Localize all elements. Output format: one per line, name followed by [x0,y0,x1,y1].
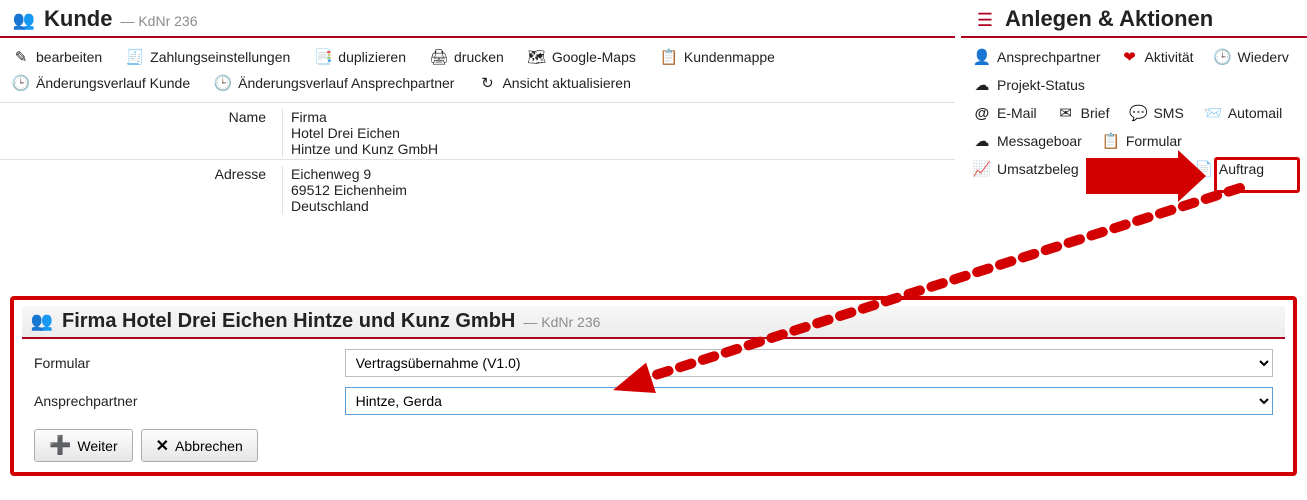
toolbar-label: drucken [454,49,504,65]
receipt-icon: 🧾 [126,48,144,66]
button-label: Abbrechen [175,438,243,454]
heart-icon: ❤ [1121,48,1139,66]
form-panel-header: 👥 Firma Hotel Drei Eichen Hintze und Kun… [22,306,1285,339]
toolbar-label: Änderungsverlauf Kunde [36,75,190,91]
action-automail[interactable]: 📨 Automail [1204,104,1282,122]
toolbar-label: Ansprechpartner [997,49,1101,65]
refresh-view-link[interactable]: ↻ Ansicht aktualisieren [478,74,630,92]
history-contact-link[interactable]: 🕒 Änderungsverlauf Ansprechpartner [214,74,454,92]
printer-icon: 🖨 [430,48,448,66]
close-icon: ✕ [156,436,169,456]
action-sms[interactable]: 💬 SMS [1129,104,1183,122]
history-customer-link[interactable]: 🕒 Änderungsverlauf Kunde [12,74,190,92]
chart-icon: 📈 [973,160,991,178]
action-wiedervorlage[interactable]: 🕒 Wiederv [1214,48,1289,66]
at-icon: @ [973,105,991,122]
pencil-icon: ✎ [12,48,30,66]
payment-settings-link[interactable]: 🧾 Zahlungseinstellungen [126,48,290,66]
duplicate-icon: 📑 [314,48,332,66]
edit-link[interactable]: ✎ bearbeiten [12,48,102,66]
action-messageboard[interactable]: ☁ Messageboar [973,132,1082,150]
toolbar-label: Projekt-Status [997,77,1085,93]
print-link[interactable]: 🖨 drucken [430,48,504,66]
customer-id-subtitle: — KdNr 236 [120,13,197,29]
customers-icon: 👥 [12,10,36,31]
detail-value-name: Firma Hotel Drei Eichen Hintze und Kunz … [282,109,438,157]
detail-label: Name [12,109,282,157]
map-icon: 🗺 [528,48,546,66]
action-brief[interactable]: ✉ Brief [1057,104,1110,122]
cloud-icon: ☁ [973,132,991,150]
detail-label: Adresse [12,166,282,214]
customer-panel-header: 👥 Kunde — KdNr 236 [0,0,955,38]
toolbar-label: Google-Maps [552,49,636,65]
envelope-icon: ✉ [1057,104,1075,122]
automail-icon: 📨 [1204,104,1222,122]
toolbar-label: Umsatzbeleg [997,161,1079,177]
person-icon: 👤 [973,48,991,66]
toolbar-label: Zahlungseinstellungen [150,49,290,65]
detail-row-address: Adresse Eichenweg 9 69512 Eichenheim Deu… [0,159,955,220]
action-umsatzbeleg[interactable]: 📈 Umsatzbeleg [973,160,1079,178]
detail-value-address: Eichenweg 9 69512 Eichenheim Deutschland [282,166,407,214]
action-projekt-status[interactable]: ☁ Projekt-Status [973,76,1295,94]
clock-icon: 🕒 [1214,48,1232,66]
toolbar-label: bearbeiten [36,49,102,65]
list-icon: ☰ [973,10,997,31]
folder-icon: 📋 [660,48,678,66]
formular-label: Formular [34,355,333,371]
ansprechpartner-label: Ansprechpartner [34,393,333,409]
toolbar-label: SMS [1153,105,1183,121]
toolbar-label: Messageboar [997,133,1082,149]
customer-toolbar: ✎ bearbeiten 🧾 Zahlungseinstellungen 📑 dupl… [0,38,955,102]
duplicate-link[interactable]: 📑 duplizieren [314,48,406,66]
toolbar-label: Wiederv [1238,49,1289,65]
form-row-formular: Formular Vertragsübernahme (V1.0) [26,349,1281,377]
abbrechen-button[interactable]: ✕ Abbrechen [141,429,258,462]
action-formular[interactable]: 📋 Formular [1102,132,1182,150]
ansprechpartner-select[interactable]: Hintze, Gerda [345,387,1273,415]
google-maps-link[interactable]: 🗺 Google-Maps [528,48,636,66]
detail-row-name: Name Firma Hotel Drei Eichen Hintze und … [0,102,955,159]
action-ansprechpartner[interactable]: 👤 Ansprechpartner [973,48,1101,66]
toolbar-label: Automail [1228,105,1282,121]
customer-folder-link[interactable]: 📋 Kundenmappe [660,48,775,66]
toolbar-label: Ansicht aktualisieren [502,75,630,91]
actions-panel-header: ☰ Anlegen & Aktionen [961,0,1307,38]
button-label: Weiter [77,438,117,454]
toolbar-label: Formular [1126,133,1182,149]
toolbar-label: Brief [1081,105,1110,121]
annotation-arrow-icon [1086,158,1178,194]
toolbar-label: E-Mail [997,105,1037,121]
customers-icon: 👥 [30,311,54,332]
clock-icon: 🕒 [214,74,232,92]
cloud-icon: ☁ [973,76,991,94]
action-aktivitaet[interactable]: ❤ Aktivität [1121,48,1194,66]
formular-select[interactable]: Vertragsübernahme (V1.0) [345,349,1273,377]
form-title: Firma Hotel Drei Eichen Hintze und Kunz … [62,310,515,333]
toolbar-label: Änderungsverlauf Ansprechpartner [238,75,454,91]
form-icon: 📋 [1102,132,1120,150]
actions-title: Anlegen & Aktionen [1005,6,1213,32]
toolbar-label: duplizieren [338,49,406,65]
toolbar-label: Auftrag [1219,161,1264,177]
form-subtitle: — KdNr 236 [523,314,600,330]
refresh-icon: ↻ [478,74,496,92]
sms-icon: 💬 [1129,104,1147,122]
customer-panel: 👥 Kunde — KdNr 236 ✎ bearbeiten 🧾 Zahlungs… [0,0,955,220]
weiter-button[interactable]: ➕ Weiter [34,429,133,462]
plus-icon: ➕ [49,435,71,456]
clock-icon: 🕒 [12,74,30,92]
action-email[interactable]: @ E-Mail [973,105,1037,122]
page-title: Kunde [44,6,112,32]
toolbar-label: Aktivität [1145,49,1194,65]
toolbar-label: Kundenmappe [684,49,775,65]
